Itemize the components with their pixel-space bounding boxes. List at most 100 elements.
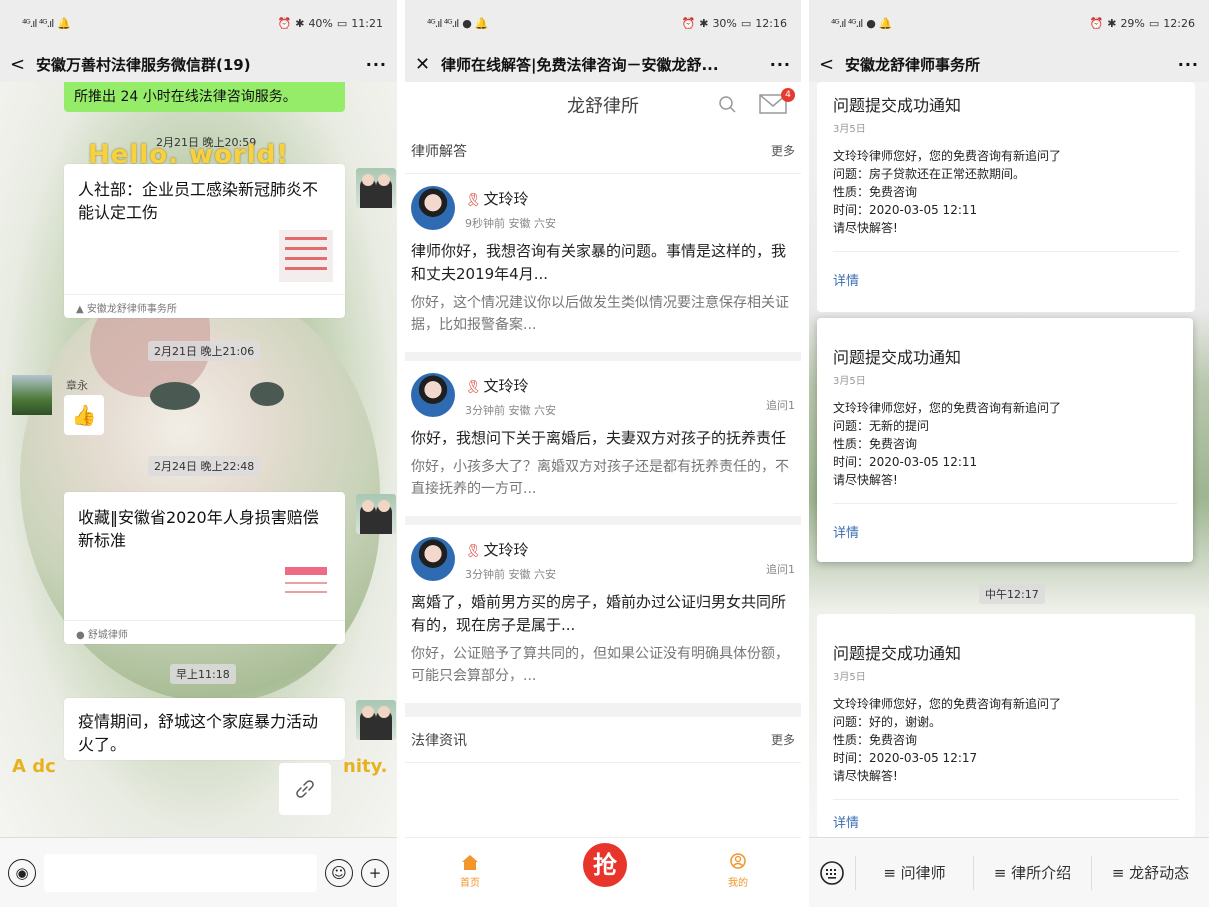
- bell-icon: 🔔: [878, 16, 893, 30]
- back-arrow-icon[interactable]: <: [10, 54, 32, 75]
- law-firm-account-screen: ⁴ᴳ.ıl ⁴ᴳ.ıl ● 🔔 ⏰ ✱ 29% ▭ 12:26 < 安徽龙舒律师事务…: [809, 0, 1209, 907]
- answer-text: 你好，公证赔予了算共同的，但如果公证没有明确具体份额，可能只会算部分，...: [411, 646, 789, 684]
- notification-card[interactable]: 问题提交成功通知 3月5日 文玲玲律师您好，您的免费咨询有新追问了 问题：无新的…: [817, 318, 1193, 562]
- timestamp: 中午12:17: [979, 584, 1045, 604]
- notice-line: 问题：房子贷款还在正常还款期间。: [833, 167, 1026, 181]
- menu-item-firm-intro[interactable]: ≡ 律所介绍: [973, 855, 1091, 890]
- menu-item-ask-lawyer[interactable]: ≡ 问律师: [855, 855, 973, 890]
- status-bar: ⁴ᴳ.ıl ⁴ᴳ.ıl ● 🔔 ⏰ ✱ 30% ▭ 12:16: [405, 0, 801, 46]
- user-avatar[interactable]: [356, 494, 396, 534]
- lawyer-avatar: [411, 373, 455, 417]
- notification-card[interactable]: 问题提交成功通知 3月5日 文玲玲律师您好，您的免费咨询有新追问了 问题：房子贷…: [817, 82, 1195, 312]
- page-title: 律师在线解答|免费法律咨询－安徽龙舒...: [441, 55, 719, 74]
- more-options-icon[interactable]: ···: [361, 55, 387, 74]
- question-text: 律师你好，我想咨询有关家暴的问题。事情是这样的，我和丈夫2019年4月...: [411, 242, 787, 283]
- sender-avatar[interactable]: [12, 375, 52, 415]
- article-card[interactable]: 疫情期间，舒城这个家庭暴力活动火了。: [64, 698, 345, 760]
- webview-title-bar: ✕ 律师在线解答|免费法律咨询－安徽龙舒... ···: [405, 46, 801, 82]
- clock: 11:21: [351, 16, 383, 30]
- notice-date: 3月5日: [833, 672, 866, 683]
- battery-percent: 40%: [308, 16, 333, 30]
- article-card[interactable]: 收藏‖安徽省2020年人身损害赔偿新标准 ● 舒城律师: [64, 492, 345, 644]
- answer-text: 你好，小孩多大了？离婚双方对孩子还是都有抚养责任的，不直接抚养的一方可...: [411, 459, 789, 497]
- notice-body: 文玲玲律师您好，您的免费咨询有新追问了 问题：房子贷款还在正常还款期间。 性质：…: [833, 147, 1179, 237]
- notice-line: 文玲玲律师您好，您的免费咨询有新追问了: [833, 401, 1062, 415]
- message-icon: ●: [462, 16, 472, 30]
- detail-link[interactable]: 详情: [833, 270, 1179, 289]
- notice-line: 性质：免费咨询: [833, 437, 918, 451]
- qa-item[interactable]: 🎗 文玲玲 9秒钟前 安徽 六安 律师你好，我想咨询有关家暴的问题。事情是这样的，…: [405, 174, 801, 361]
- battery-icon: ▭: [336, 16, 348, 30]
- notification-card[interactable]: 问题提交成功通知 3月5日 文玲玲律师您好，您的免费咨询有新追问了 问题：好的，…: [817, 614, 1195, 837]
- tab-mine-label: 我的: [728, 878, 748, 889]
- notice-line: 性质：免费咨询: [833, 185, 918, 199]
- notice-line: 时间：2020-03-05 12:11: [833, 203, 978, 217]
- notice-line: 文玲玲律师您好，您的免费咨询有新追问了: [833, 149, 1062, 163]
- qa-item[interactable]: 🎗 文玲玲 3分钟前 安徽 六安 追问1 你好，我想问下关于离婚后，夫妻双方对孩子…: [405, 361, 801, 525]
- voice-icon[interactable]: ◉: [8, 858, 36, 887]
- signal-indicator: ⁴ᴳ.ıl ⁴ᴳ.ıl 🔔: [22, 17, 71, 30]
- notice-line: 文玲玲律师您好，您的免费咨询有新追问了: [833, 697, 1062, 711]
- user-avatar[interactable]: [356, 700, 396, 740]
- keyboard-icon: [820, 860, 844, 885]
- source-name: 舒城律师: [87, 630, 128, 641]
- tab-mine[interactable]: 我的: [723, 853, 753, 889]
- lawyer-avatar: [411, 186, 455, 230]
- menu-item-firm-news[interactable]: ≡ 龙舒动态: [1091, 855, 1209, 890]
- search-icon[interactable]: [717, 94, 739, 116]
- tab-home[interactable]: 首页: [455, 853, 485, 889]
- keyboard-toggle[interactable]: [809, 860, 855, 886]
- bottom-tab-bar: 首页 抢 我的: [405, 837, 801, 907]
- message-icon: ●: [866, 16, 876, 30]
- battery-icon: ▭: [1148, 16, 1160, 30]
- article-source: ● 舒城律师: [64, 620, 345, 644]
- notice-date: 3月5日: [833, 376, 866, 387]
- user-avatar[interactable]: [356, 168, 396, 208]
- section-title: 法律资讯: [411, 732, 467, 749]
- detail-link[interactable]: 详情: [833, 812, 1179, 831]
- follow-up-count: 追问1: [766, 399, 795, 412]
- notice-body: 文玲玲律师您好，您的免费咨询有新追问了 问题：无新的提问 性质：免费咨询 时间：…: [833, 399, 1177, 489]
- article-card[interactable]: 人社部：企业员工感染新冠肺炎不能认定工伤 ▲ 安徽龙舒律师事务所: [64, 164, 345, 318]
- more-link[interactable]: 更多: [771, 142, 795, 159]
- more-options-icon[interactable]: ···: [765, 55, 791, 74]
- timestamp: 2月24日 晚上22:48: [148, 456, 261, 476]
- lawyer-name-row: 🎗 文玲玲: [465, 375, 556, 396]
- emoji-icon[interactable]: ☺: [325, 858, 353, 887]
- link-icon-button[interactable]: [279, 763, 331, 815]
- thumbs-up-message[interactable]: 👍: [64, 395, 104, 435]
- sent-message-bubble[interactable]: 所推出 24 小时在线法律咨询服务。: [64, 82, 345, 112]
- bell-icon: 🔔: [474, 16, 489, 30]
- signal-indicator: ⁴ᴳ.ıl ⁴ᴳ.ıl ● 🔔: [427, 16, 489, 30]
- alarm-icon: ⏰: [1089, 16, 1104, 30]
- ribbon-icon: 🎗: [465, 380, 482, 395]
- chat-input-bar: ◉ ☺ +: [0, 837, 397, 907]
- unread-badge: 4: [781, 88, 795, 102]
- notice-title: 问题提交成功通知: [833, 96, 962, 115]
- plus-icon[interactable]: +: [361, 858, 389, 887]
- account-title-bar: < 安徽龙舒律师事务所 ···: [809, 46, 1209, 82]
- banner-text-right: nity.: [343, 756, 388, 777]
- back-arrow-icon[interactable]: <: [819, 54, 841, 75]
- alarm-icon: ⏰: [277, 16, 292, 30]
- lawyer-name: 文玲玲: [483, 541, 529, 559]
- divider: [833, 503, 1177, 504]
- notice-line: 问题：无新的提问: [833, 419, 930, 433]
- close-icon[interactable]: ✕: [415, 54, 437, 75]
- qa-item[interactable]: 🎗 文玲玲 3分钟前 安徽 六安 追问1 离婚了，婚前男方买的房子，婚前办过公证归…: [405, 525, 801, 717]
- signal-indicator: ⁴ᴳ.ıl ⁴ᴳ.ıl ● 🔔: [831, 16, 893, 30]
- divider: [833, 251, 1179, 252]
- more-link[interactable]: 更多: [771, 731, 795, 748]
- grab-button[interactable]: 抢: [583, 843, 627, 887]
- notice-line: 时间：2020-03-05 12:11: [833, 455, 978, 469]
- detail-link[interactable]: 详情: [833, 522, 1177, 541]
- notice-line: 性质：免费咨询: [833, 733, 918, 747]
- section-title: 律师解答: [411, 143, 467, 160]
- message-input[interactable]: [44, 853, 317, 892]
- more-options-icon[interactable]: ···: [1173, 55, 1199, 74]
- status-right: ⏰ ✱ 30% ▭ 12:16: [682, 17, 787, 30]
- lawyer-avatar: [411, 537, 455, 581]
- article-thumbnail: [279, 560, 333, 612]
- status-right: ⏰ ✱ 29% ▭ 12:26: [1090, 17, 1195, 30]
- ribbon-icon: 🎗: [465, 193, 482, 208]
